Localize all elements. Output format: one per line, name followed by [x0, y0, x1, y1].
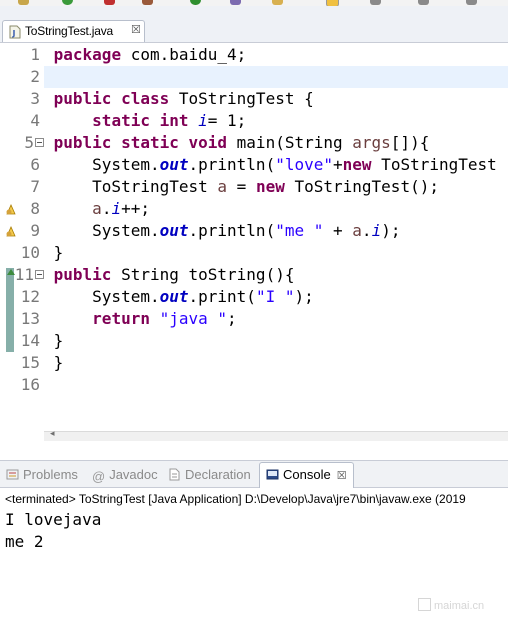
run-icon[interactable]: [62, 0, 73, 5]
toolbar-icon[interactable]: [466, 0, 477, 5]
watermark-logo-icon: [418, 598, 431, 611]
toolbar-icon[interactable]: [272, 0, 283, 5]
line-number: 13: [20, 309, 40, 328]
tab-declaration[interactable]: Declaration: [168, 467, 251, 487]
code-line: public static void main(String args[]){: [53, 133, 430, 152]
code-line: System.out.println("me " + a.i);: [44, 221, 401, 240]
line-number: 4: [30, 111, 40, 130]
line-number: 9: [30, 221, 40, 240]
console-icon: [266, 469, 279, 480]
close-icon[interactable]: ☒: [131, 23, 141, 36]
code-line: return "java ";: [92, 309, 237, 328]
stop-icon[interactable]: [104, 0, 115, 5]
fold-toggle[interactable]: [35, 270, 44, 279]
tab-console-label: Console: [283, 467, 331, 482]
fold-toggle[interactable]: [35, 138, 44, 147]
line-number: 10: [20, 243, 40, 262]
java-file-icon: J: [9, 25, 21, 39]
line-number: 7: [30, 177, 40, 196]
code-line: a.i++;: [92, 199, 150, 218]
toolbar-icon[interactable]: [370, 0, 381, 5]
code-line: }: [44, 243, 64, 262]
code-line: public class ToStringTest {: [53, 89, 314, 108]
code-line: static int i= 1;: [92, 111, 247, 130]
code-line: }: [44, 331, 64, 350]
horizontal-scrollbar[interactable]: ◂: [44, 429, 508, 441]
toolbar-icon[interactable]: [230, 0, 241, 5]
toolbar-icon[interactable]: [142, 0, 153, 5]
code-editor[interactable]: 1 2 3 4 5 6 7 8 9 10 11 12 13 14 15 16 p…: [0, 43, 508, 441]
line-number: 11: [14, 265, 34, 284]
console-output-line: me 2: [5, 532, 44, 551]
watermark: maimai.cn: [418, 598, 484, 612]
line-number: 16: [20, 375, 40, 394]
code-line: public String toString(){: [53, 265, 295, 284]
editor-tab-label: ToStringTest.java: [25, 24, 113, 38]
editor-tab-tostringtest[interactable]: J ToStringTest.java ☒: [2, 20, 145, 42]
editor-tab-bar: J ToStringTest.java ☒: [0, 6, 508, 43]
javadoc-icon: @: [92, 469, 106, 484]
close-icon[interactable]: ☒: [337, 470, 347, 482]
tab-problems-label: Problems: [23, 467, 78, 482]
line-number: 12: [20, 287, 40, 306]
code-line: }: [44, 353, 64, 372]
code-text-area[interactable]: package com.baidu_4; public class ToStri…: [44, 43, 508, 440]
toolbar-icon[interactable]: [18, 0, 29, 5]
toolbar-icon[interactable]: [190, 0, 201, 5]
tab-declaration-label: Declaration: [185, 467, 251, 482]
problems-icon: [6, 469, 19, 480]
line-number: 5: [24, 133, 34, 152]
code-line: System.out.print("I ");: [44, 287, 314, 306]
line-number: 3: [30, 89, 40, 108]
scroll-left-icon[interactable]: ◂: [50, 429, 55, 439]
console-output-line: I lovejava: [5, 510, 102, 529]
line-number: 8: [30, 199, 40, 218]
toolbar-icon[interactable]: [418, 0, 429, 5]
declaration-icon: [169, 468, 180, 481]
code-line: ToStringTest a = new ToStringTest();: [44, 177, 439, 196]
console-status-line: <terminated> ToStringTest [Java Applicat…: [5, 492, 466, 506]
line-number: 1: [30, 45, 40, 64]
line-number: 14: [20, 331, 40, 350]
tab-javadoc-label: Javadoc: [109, 467, 158, 482]
watermark-text: maimai.cn: [434, 600, 485, 612]
current-code-line: [44, 66, 508, 88]
svg-text:J: J: [12, 29, 16, 38]
tab-problems[interactable]: Problems: [6, 467, 78, 487]
tab-console[interactable]: Console ☒: [259, 462, 354, 488]
line-number-gutter: 1 2 3 4 5 6 7 8 9 10 11 12 13 14 15 16: [4, 43, 44, 440]
code-line: package com.baidu_4;: [53, 45, 247, 64]
tab-javadoc[interactable]: @ Javadoc: [92, 467, 158, 487]
code-line: System.out.println("love"+new ToStringTe…: [44, 155, 497, 174]
line-number: 15: [20, 353, 40, 372]
view-tab-bar: Problems @ Javadoc Declaration Console ☒: [0, 460, 508, 488]
console-view[interactable]: <terminated> ToStringTest [Java Applicat…: [0, 488, 508, 628]
line-number: 2: [30, 67, 40, 86]
line-number: 6: [30, 155, 40, 174]
